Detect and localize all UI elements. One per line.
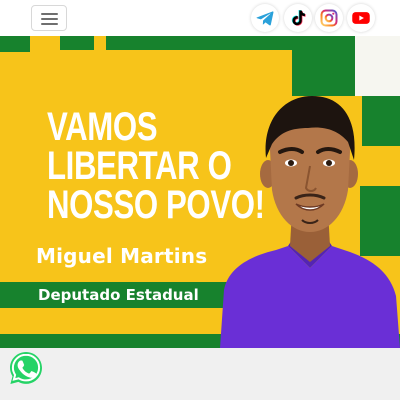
- green-block: [292, 36, 362, 96]
- telegram-icon[interactable]: [251, 4, 279, 32]
- instagram-icon[interactable]: [315, 4, 343, 32]
- menu-line: [41, 13, 58, 15]
- candidate-name: Miguel Martins: [36, 244, 208, 268]
- campaign-headline: VAMOS LIBERTAR O NOSSO POVO!: [47, 105, 265, 227]
- headline-line: NOSSO POVO!: [47, 183, 265, 227]
- green-stripe: [60, 36, 94, 50]
- youtube-icon[interactable]: [347, 4, 375, 32]
- menu-line: [41, 23, 58, 25]
- tiktok-icon[interactable]: [284, 4, 312, 32]
- green-stripe: [106, 36, 292, 50]
- hamburger-menu-icon[interactable]: [31, 5, 67, 31]
- top-navbar: [0, 0, 400, 36]
- headline-line: LIBERTAR O: [47, 144, 232, 188]
- whatsapp-icon[interactable]: [8, 350, 44, 386]
- footer-bar: [0, 348, 400, 400]
- menu-line: [41, 18, 58, 20]
- green-stripe: [0, 36, 30, 50]
- candidate-role: Deputado Estadual: [38, 286, 199, 304]
- green-stripe: [0, 50, 30, 52]
- headline-line: VAMOS: [47, 105, 158, 149]
- campaign-banner: VAMOS LIBERTAR O NOSSO POVO! Miguel Mart…: [0, 36, 400, 348]
- candidate-portrait: [210, 90, 400, 348]
- white-block: [355, 36, 400, 96]
